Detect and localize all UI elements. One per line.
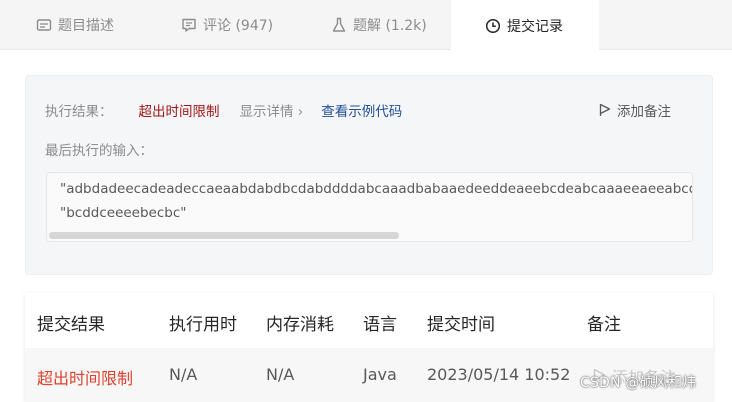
header-language: 语言 xyxy=(363,315,397,335)
input-line-2: "bcddceeeebecbc" xyxy=(60,205,187,221)
add-note-label: 添加备注 xyxy=(617,104,671,120)
header-submit-time: 提交时间 xyxy=(427,315,495,335)
tab-description[interactable]: 题目描述 xyxy=(28,0,122,50)
watermark: CSDN @硕风和炜 xyxy=(580,375,697,391)
tab-solutions[interactable]: 题解 (1.2k) xyxy=(323,0,435,50)
view-example-link[interactable]: 查看示例代码 xyxy=(321,100,402,120)
add-note-button[interactable]: 添加备注 xyxy=(599,100,671,120)
tab-comments-label: 评论 (947) xyxy=(203,18,274,34)
tab-submissions[interactable]: 提交记录 xyxy=(451,0,599,51)
row-submit-time: 2023/05/14 10:52 xyxy=(427,365,571,384)
header-runtime: 执行用时 xyxy=(169,315,237,335)
row-memory: N/A xyxy=(266,365,295,384)
horizontal-scrollbar[interactable] xyxy=(49,232,399,239)
show-detail-link[interactable]: 显示详情 › xyxy=(240,100,304,120)
row-runtime: N/A xyxy=(169,365,198,384)
tab-comments[interactable]: 评论 (947) xyxy=(173,0,281,50)
clock-icon xyxy=(485,18,501,33)
input-line-1: "adbdadeecadeadeccaeaabdabdbcdabddddabca… xyxy=(60,181,693,197)
tab-submissions-label: 提交记录 xyxy=(507,18,563,35)
submission-content: 执行结果： 超出时间限制 显示详情 › 查看示例代码 添加备注 最后执行的输入：… xyxy=(0,50,732,402)
row-language: Java xyxy=(363,365,397,384)
last-input-label: 最后执行的输入： xyxy=(45,143,153,159)
comment-icon xyxy=(182,18,196,32)
description-icon xyxy=(36,19,52,31)
result-panel: 执行结果： 超出时间限制 显示详情 › 查看示例代码 添加备注 最后执行的输入：… xyxy=(25,75,713,275)
result-status: 超出时间限制 xyxy=(138,104,220,120)
last-input-box: "adbdadeecadeadeccaeaabdabdbcdabddddabca… xyxy=(46,172,693,242)
header-memory: 内存消耗 xyxy=(266,315,334,335)
header-result: 提交结果 xyxy=(37,315,105,335)
tab-bar: 题目描述 评论 (947) 题解 (1.2k) 提交记录 xyxy=(0,0,732,51)
flask-icon xyxy=(332,17,346,32)
tab-description-label: 题目描述 xyxy=(58,18,114,34)
flag-icon xyxy=(599,103,611,116)
header-note: 备注 xyxy=(587,315,621,335)
row-result[interactable]: 超出时间限制 xyxy=(37,365,133,389)
tab-solutions-label: 题解 (1.2k) xyxy=(353,18,427,34)
result-label: 执行结果： xyxy=(45,104,113,120)
